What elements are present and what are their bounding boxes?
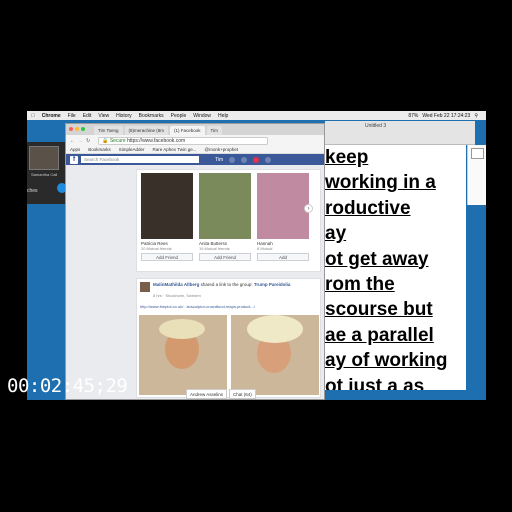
friend-photo[interactable] — [257, 173, 309, 239]
apple-icon[interactable]:  — [31, 113, 35, 119]
menu-history[interactable]: History — [116, 113, 132, 119]
document-line: scourse but — [325, 299, 433, 321]
feed-post: MalinMathilda Allberg shared a link to t… — [136, 278, 321, 398]
caller-video — [29, 146, 59, 170]
lock-icon: 🔒 — [102, 137, 109, 144]
post-group[interactable]: Trump Pareidolia — [254, 282, 291, 287]
menu-help[interactable]: Help — [218, 113, 228, 119]
friend-mutual: 20 Mutual friends — [141, 246, 172, 251]
document-page[interactable]: keep working in a roductive ay ot get aw… — [325, 145, 466, 390]
bookmark-bookmarks[interactable]: Bookmarks — [88, 147, 111, 152]
menu-file[interactable]: File — [68, 113, 76, 119]
tab-strip: Tim Tseng (8)merachine (8m (1) Facebook … — [66, 124, 324, 135]
address-bar[interactable]: 🔒 Secure https://www.facebook.com — [98, 136, 269, 145]
document-line: ay — [325, 223, 347, 245]
battery-level[interactable]: 87% — [408, 113, 418, 119]
post-author[interactable]: MalinMathilda Allberg — [153, 282, 199, 287]
menu-view[interactable]: View — [98, 113, 109, 119]
bookmark-monk[interactable]: @monk+prophet — [205, 147, 238, 152]
document-line: rom the — [325, 273, 395, 295]
page-thumbnail[interactable] — [471, 148, 484, 159]
add-friend-button[interactable]: Add Friend — [199, 253, 251, 261]
close-icon[interactable] — [69, 127, 73, 131]
friend-suggestion: Patricia Rees 20 Mutual friends Add Frie… — [141, 173, 193, 261]
help-icon[interactable] — [265, 156, 272, 163]
notifications-icon[interactable] — [253, 156, 260, 163]
profile-link[interactable]: Tim — [215, 157, 223, 163]
friend-photo[interactable] — [141, 173, 193, 239]
mac-menubar:  Chrome File Edit View History Bookmark… — [27, 111, 486, 120]
window-controls — [69, 127, 87, 131]
forward-icon[interactable]: → — [78, 138, 83, 144]
avatar[interactable] — [140, 282, 150, 292]
search-icon[interactable]: ⚲ — [474, 113, 478, 119]
facebook-logo-icon[interactable]: f — [70, 155, 78, 164]
add-friend-button[interactable]: Add — [257, 253, 309, 261]
secure-label: Secure — [109, 137, 126, 144]
bookmarks-bar: Apps Bookmarks SimpleAdder Rare Aphex Tw… — [66, 146, 324, 154]
post-action: shared a link to the group: — [200, 282, 253, 287]
document-line: working in a — [325, 172, 436, 194]
post-link[interactable]: http://www.theplot.co.uk/...ts/sculptor-… — [140, 304, 255, 309]
minimize-icon[interactable] — [75, 127, 79, 131]
add-friend-button[interactable]: Add Friend — [141, 253, 193, 261]
document-line: keep — [325, 147, 369, 168]
menu-people[interactable]: People — [171, 113, 187, 119]
people-you-may-know: Patricia Rees 20 Mutual friends Add Frie… — [136, 169, 321, 272]
menu-edit[interactable]: Edit — [83, 113, 92, 119]
bookmark-aphex[interactable]: Rare Aphex Twin ge... — [153, 147, 197, 152]
toolbar: ← → ↻ 🔒 Secure https://www.facebook.com — [66, 135, 324, 146]
desktop:  Chrome File Edit View History Bookmark… — [27, 111, 486, 400]
post-meta: 8 hrs · Stockholm, Sweden — [153, 293, 201, 298]
post-header: MalinMathilda Allberg shared a link to t… — [153, 282, 313, 287]
page-thumbnails — [467, 145, 486, 205]
tab-merachine[interactable]: (8)merachine (8m — [124, 126, 169, 135]
chat-tab[interactable]: Chat (64) — [229, 389, 256, 399]
document-line: roductive — [325, 197, 411, 219]
document-line: ay of working — [325, 350, 448, 372]
document-text: keep working in a roductive ay ot get aw… — [325, 145, 466, 390]
clock[interactable]: Wed Feb 22 17:24:23 — [422, 113, 470, 119]
bookmark-simpleadder[interactable]: SimpleAdder — [119, 147, 145, 152]
menu-app[interactable]: Chrome — [42, 113, 61, 119]
tab-facebook[interactable]: (1) Facebook — [170, 126, 205, 135]
tab-tim[interactable]: Tim — [206, 126, 222, 135]
menu-window[interactable]: Window — [193, 113, 211, 119]
chrome-window: Tim Tseng (8)merachine (8m (1) Facebook … — [65, 123, 325, 400]
chat-tabs: Andrew Asselins Chat (64) — [186, 389, 324, 399]
friend-photo[interactable] — [199, 173, 251, 239]
video-timecode: 00:02:45;29 — [7, 375, 128, 397]
post-image[interactable] — [231, 315, 319, 395]
menu-bookmarks[interactable]: Bookmarks — [139, 113, 164, 119]
facebook-header: f Search Facebook Tim — [66, 154, 324, 165]
document-line: ot get away — [325, 248, 429, 270]
document-line: ot just a as — [325, 375, 425, 390]
document-title: Untitled 3 — [365, 123, 387, 129]
document-line: ae a parallel — [325, 324, 434, 346]
reload-icon[interactable]: ↻ — [86, 138, 90, 144]
back-icon[interactable]: ← — [70, 138, 75, 144]
chat-tab[interactable]: Andrew Asselins — [186, 389, 228, 399]
friend-mutual: 8 Mutual — [257, 246, 273, 251]
post-image[interactable] — [139, 315, 227, 395]
caller-name: Samantha Call — [31, 172, 58, 177]
call-shares-label: ches — [27, 188, 38, 194]
document-toolbar: Untitled 3 — [325, 121, 475, 145]
friend-requests-icon[interactable] — [241, 156, 248, 163]
home-icon[interactable] — [229, 156, 236, 163]
next-arrow-icon[interactable]: › — [304, 204, 313, 213]
bookmark-apps[interactable]: Apps — [70, 147, 80, 152]
friend-suggestion: Anita Butterss 19 Mutual friends Add Fri… — [199, 173, 251, 261]
zoom-icon[interactable] — [81, 127, 85, 131]
facebook-search-input[interactable]: Search Facebook — [81, 156, 199, 163]
tab-tim-tseng[interactable]: Tim Tseng — [94, 126, 123, 135]
url-text: https://www.facebook.com — [127, 137, 186, 144]
friend-mutual: 19 Mutual friends — [199, 246, 230, 251]
status-area: 87% Wed Feb 22 17:24:23 ⚲ — [408, 111, 482, 120]
friend-suggestion: Hannah 8 Mutual Add — [257, 173, 309, 261]
